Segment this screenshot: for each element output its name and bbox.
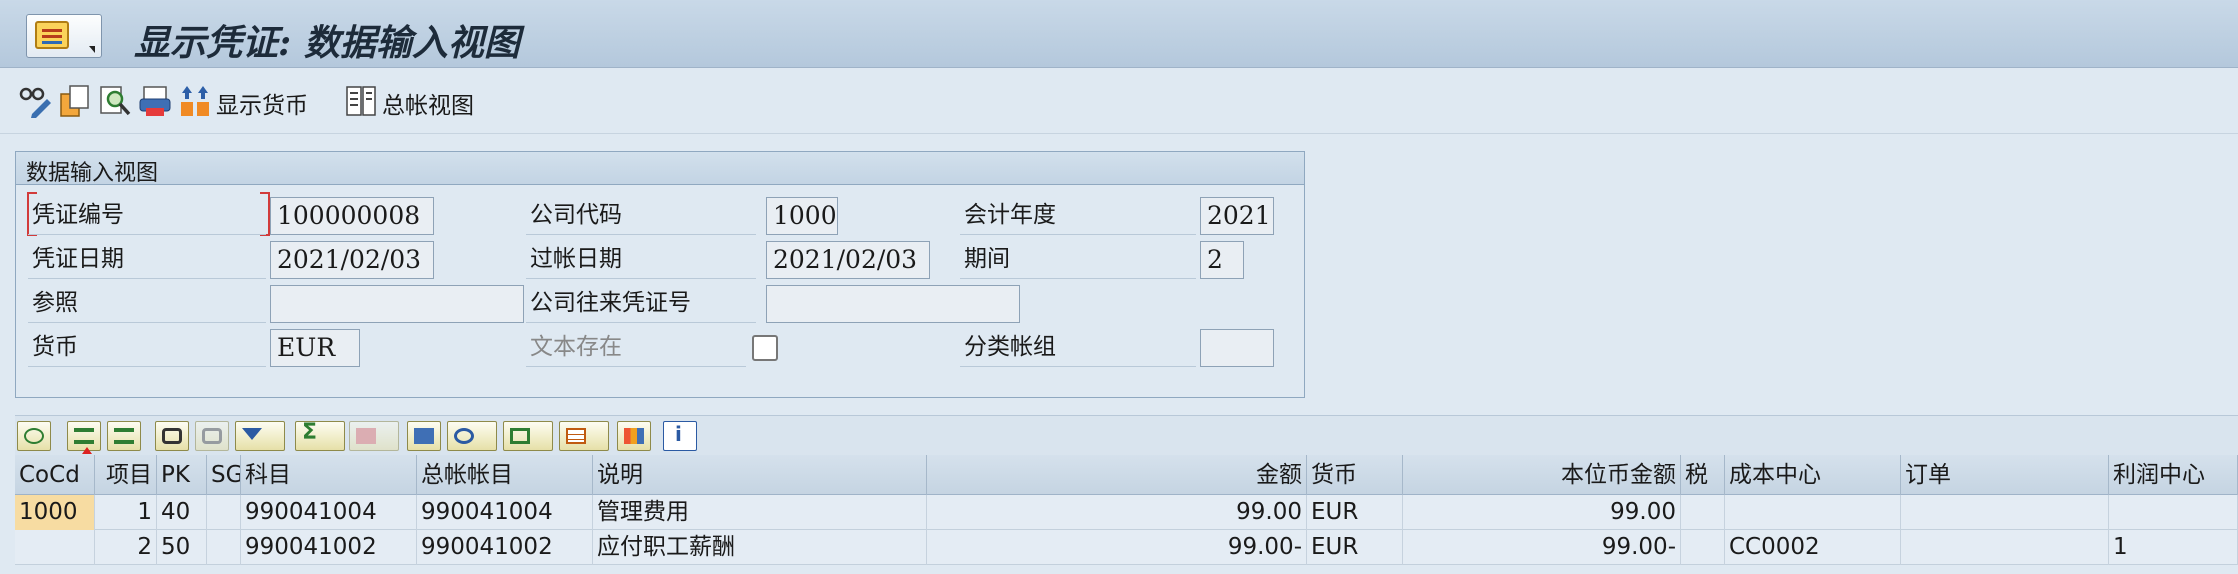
currency-label: 货币 <box>28 329 266 367</box>
cell-text[interactable]: 管理费用 <box>593 495 927 530</box>
sum-icon[interactable]: Σ <box>295 420 345 451</box>
cell-pk[interactable]: 50 <box>157 530 207 565</box>
fiscal-year-field[interactable]: 2021 <box>1200 197 1274 235</box>
gl-view-button[interactable]: 总帐视图 <box>382 86 474 120</box>
doc-date-label: 凭证日期 <box>28 241 266 279</box>
col-sg[interactable]: SG <box>207 455 241 495</box>
application-toolbar: 显示货币 总帐视图 <box>0 68 2238 134</box>
cell-currency[interactable]: EUR <box>1307 530 1403 565</box>
cell-profit-center[interactable] <box>2109 495 2238 530</box>
col-item[interactable]: 项目 <box>95 455 157 495</box>
posting-date-label: 过帐日期 <box>526 241 756 279</box>
cell-sg[interactable] <box>207 495 241 530</box>
cell-cost-center[interactable]: CC0002 <box>1725 530 1901 565</box>
col-tax[interactable]: 税 <box>1681 455 1725 495</box>
cell-amount[interactable]: 99.00- <box>927 530 1307 565</box>
ledger-group-label: 分类帐组 <box>960 329 1196 367</box>
info-icon[interactable]: i <box>663 421 697 451</box>
cell-account[interactable]: 990041004 <box>241 495 417 530</box>
col-order[interactable]: 订单 <box>1901 455 2109 495</box>
cell-tax[interactable] <box>1681 530 1725 565</box>
cell-profit-center[interactable]: 1 <box>2109 530 2238 565</box>
align-bottom-icon[interactable] <box>107 421 141 451</box>
find-icon[interactable] <box>155 421 189 451</box>
filter-icon[interactable] <box>235 421 285 451</box>
posting-date-field[interactable]: 2021/02/03 <box>766 241 930 279</box>
chevron-down-icon <box>89 46 95 53</box>
cell-cost-center[interactable] <box>1725 495 1901 530</box>
cell-amount[interactable]: 99.00 <box>927 495 1307 530</box>
col-profit-center[interactable]: 利润中心 <box>2109 455 2238 495</box>
view-icon[interactable] <box>447 421 497 451</box>
title-bar: 显示凭证: 数据输入视图 <box>0 0 2238 68</box>
print-preview-icon[interactable] <box>407 421 441 451</box>
period-label: 期间 <box>960 241 1196 279</box>
col-cost-center[interactable]: 成本中心 <box>1725 455 1901 495</box>
system-menu-button[interactable] <box>26 14 102 58</box>
text-exists-checkbox[interactable] <box>752 335 778 361</box>
glasses-pencil-icon[interactable] <box>18 84 52 118</box>
chart-icon[interactable] <box>617 421 651 451</box>
cell-local-amount[interactable]: 99.00 <box>1403 495 1681 530</box>
grid-toolbar: Σ i <box>15 415 2238 455</box>
company-code-label: 公司代码 <box>526 197 756 235</box>
find-next-icon[interactable] <box>195 421 229 451</box>
sort-indicator-icon <box>82 447 92 454</box>
text-exists-label: 文本存在 <box>526 329 746 367</box>
doc-number-field[interactable]: 100000008 <box>270 197 434 235</box>
table-row[interactable]: 1000 1 40 990041004 990041004 管理费用 99.00… <box>15 495 2238 530</box>
table-row[interactable]: 2 50 990041002 990041002 应付职工薪酬 99.00- E… <box>15 530 2238 565</box>
doc-number-label: 凭证编号 <box>28 197 266 235</box>
intercompany-field[interactable] <box>766 285 1020 323</box>
cell-sg[interactable] <box>207 530 241 565</box>
print-icon[interactable] <box>138 84 172 118</box>
cell-order[interactable] <box>1901 530 2109 565</box>
cell-cocd[interactable]: 1000 <box>15 495 95 530</box>
subtotal-icon[interactable] <box>349 421 399 451</box>
cell-gl-account[interactable]: 990041004 <box>417 495 593 530</box>
col-pk[interactable]: PK <box>157 455 207 495</box>
ledger-icon[interactable] <box>344 84 378 118</box>
distribute-icon[interactable] <box>178 84 212 118</box>
reference-field[interactable] <box>270 285 524 323</box>
col-account[interactable]: 科目 <box>241 455 417 495</box>
cell-gl-account[interactable]: 990041002 <box>417 530 593 565</box>
show-currency-button[interactable]: 显示货币 <box>216 86 308 120</box>
cell-item[interactable]: 2 <box>95 530 157 565</box>
col-amount[interactable]: 金额 <box>927 455 1307 495</box>
table-header: CoCd 项目 PK SG 科目 总帐帐目 说明 金额 货币 本位币金额 税 成… <box>15 447 2238 495</box>
fiscal-year-label: 会计年度 <box>960 197 1196 235</box>
cell-cocd[interactable] <box>15 530 95 565</box>
col-cocd[interactable]: CoCd <box>15 455 95 495</box>
details-icon[interactable] <box>17 421 51 451</box>
cell-pk[interactable]: 40 <box>157 495 207 530</box>
export-icon[interactable] <box>503 421 553 451</box>
col-text[interactable]: 说明 <box>593 455 927 495</box>
intercompany-label: 公司往来凭证号 <box>526 285 756 323</box>
panel-title: 数据输入视图 <box>16 152 1304 186</box>
cell-currency[interactable]: EUR <box>1307 495 1403 530</box>
cell-order[interactable] <box>1901 495 2109 530</box>
page-title: 显示凭证: 数据输入视图 <box>134 22 520 64</box>
cell-account[interactable]: 990041002 <box>241 530 417 565</box>
col-gl-account[interactable]: 总帐帐目 <box>417 455 593 495</box>
col-currency[interactable]: 货币 <box>1307 455 1403 495</box>
col-local-amount[interactable]: 本位币金额 <box>1403 455 1681 495</box>
cell-text[interactable]: 应付职工薪酬 <box>593 530 927 565</box>
doc-date-field[interactable]: 2021/02/03 <box>270 241 434 279</box>
search-document-icon[interactable] <box>98 84 132 118</box>
document-copy-icon[interactable] <box>58 84 92 118</box>
ledger-group-field[interactable] <box>1200 329 1274 367</box>
cell-tax[interactable] <box>1681 495 1725 530</box>
layout-icon[interactable] <box>559 421 609 451</box>
company-code-field[interactable]: 1000 <box>766 197 838 235</box>
cell-item[interactable]: 1 <box>95 495 157 530</box>
menu-icon <box>35 21 69 49</box>
reference-label: 参照 <box>28 285 266 323</box>
currency-field[interactable]: EUR <box>270 329 360 367</box>
cell-local-amount[interactable]: 99.00- <box>1403 530 1681 565</box>
period-field[interactable]: 2 <box>1200 241 1244 279</box>
